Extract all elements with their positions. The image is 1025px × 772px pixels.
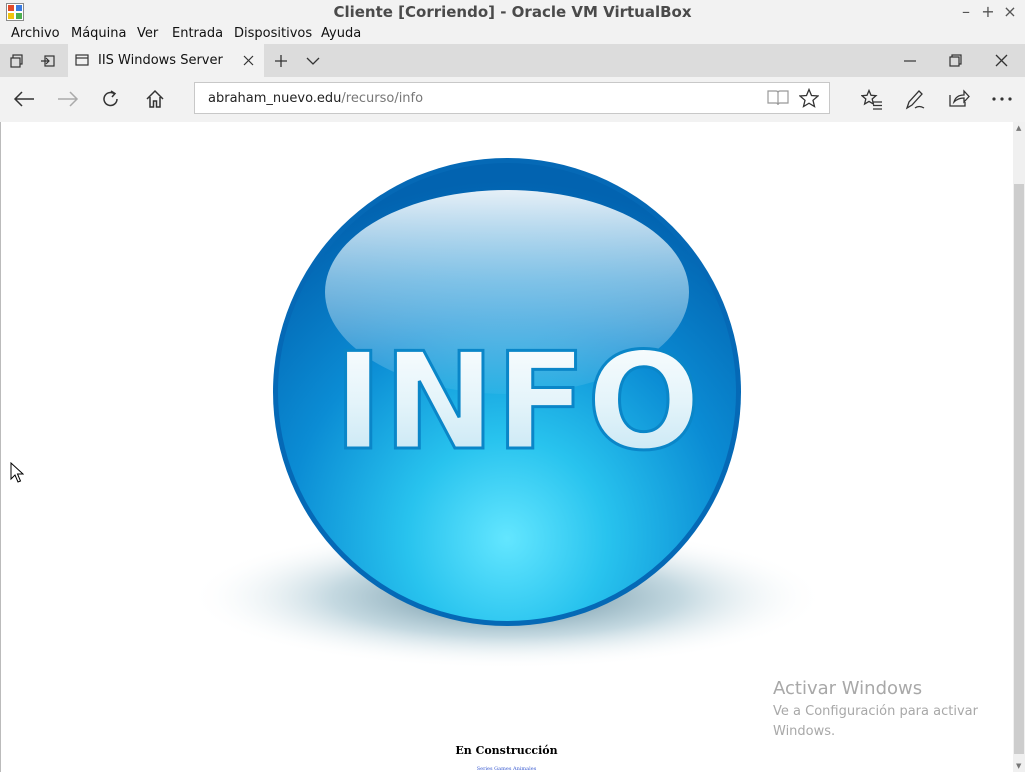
menu-dispositivos[interactable]: Dispositivos (234, 26, 312, 41)
browser-toolbar: abraham_nuevo.edu/recurso/info (0, 77, 1025, 123)
restore-icon[interactable] (949, 54, 962, 67)
browser-tabbar: IIS Windows Server (0, 44, 1025, 77)
activation-watermark-text: Ve a Configuración para activar Windows. (773, 704, 978, 739)
scroll-down-icon[interactable]: ▼ (1016, 762, 1021, 770)
window-title: Cliente [Corriendo] - Oracle VM VirtualB… (333, 3, 692, 21)
minimize-icon[interactable] (904, 60, 916, 62)
scrollbar-thumb[interactable] (1014, 184, 1024, 754)
menu-maquina[interactable]: Máquina (71, 26, 127, 41)
tab-manager-icon[interactable] (9, 53, 25, 69)
reading-view-icon[interactable] (767, 89, 789, 107)
info-orb-image: INFO (189, 158, 825, 669)
forward-icon (58, 91, 79, 107)
vb-maximize-button[interactable]: + (978, 2, 998, 22)
chevron-down-icon[interactable] (306, 56, 320, 66)
set-aside-tabs-icon[interactable] (40, 53, 56, 69)
activation-watermark-title: Activar Windows (773, 678, 923, 699)
share-icon[interactable] (948, 88, 970, 108)
address-bar[interactable]: abraham_nuevo.edu/recurso/info (194, 82, 830, 114)
orb-text: INFO (333, 324, 700, 480)
address-url[interactable]: abraham_nuevo.edu/recurso/info (208, 91, 423, 106)
vb-close-button[interactable]: × (1000, 2, 1020, 22)
close-icon[interactable] (243, 55, 254, 66)
tab-title: IIS Windows Server (98, 53, 223, 68)
menu-ayuda[interactable]: Ayuda (321, 26, 361, 41)
page-sublinks[interactable]: Series Games Animales (0, 766, 1013, 772)
virtualbox-menubar: Archivo Máquina Ver Entrada Dispositivos… (0, 24, 1025, 44)
address-host: abraham_nuevo.edu (208, 91, 342, 106)
menu-archivo[interactable]: Archivo (11, 26, 60, 41)
page-scrollbar[interactable]: ▲ ▼ (1013, 122, 1025, 772)
virtualbox-titlebar: Cliente [Corriendo] - Oracle VM VirtualB… (0, 0, 1025, 25)
new-tab-icon[interactable] (274, 54, 288, 68)
close-window-icon[interactable] (995, 54, 1008, 67)
tab-iis-windows-server[interactable]: IIS Windows Server (68, 44, 264, 77)
pen-icon[interactable] (905, 88, 925, 110)
address-path: /recurso/info (341, 91, 424, 106)
page-content: INFO (0, 122, 1013, 772)
favorites-hub-icon[interactable] (861, 89, 883, 111)
scroll-up-icon[interactable]: ▲ (1016, 124, 1021, 132)
menu-ver[interactable]: Ver (137, 26, 158, 41)
more-icon[interactable] (992, 97, 1012, 101)
mouse-cursor-icon (10, 462, 24, 483)
page-icon (75, 54, 89, 66)
favorite-star-icon[interactable] (799, 88, 819, 108)
back-icon[interactable] (13, 90, 35, 108)
home-icon[interactable] (145, 89, 165, 109)
menu-entrada[interactable]: Entrada (172, 26, 223, 41)
refresh-icon[interactable] (101, 89, 121, 109)
vb-minimize-button[interactable]: – (956, 2, 976, 22)
page-heading: En Construcción (455, 744, 558, 757)
